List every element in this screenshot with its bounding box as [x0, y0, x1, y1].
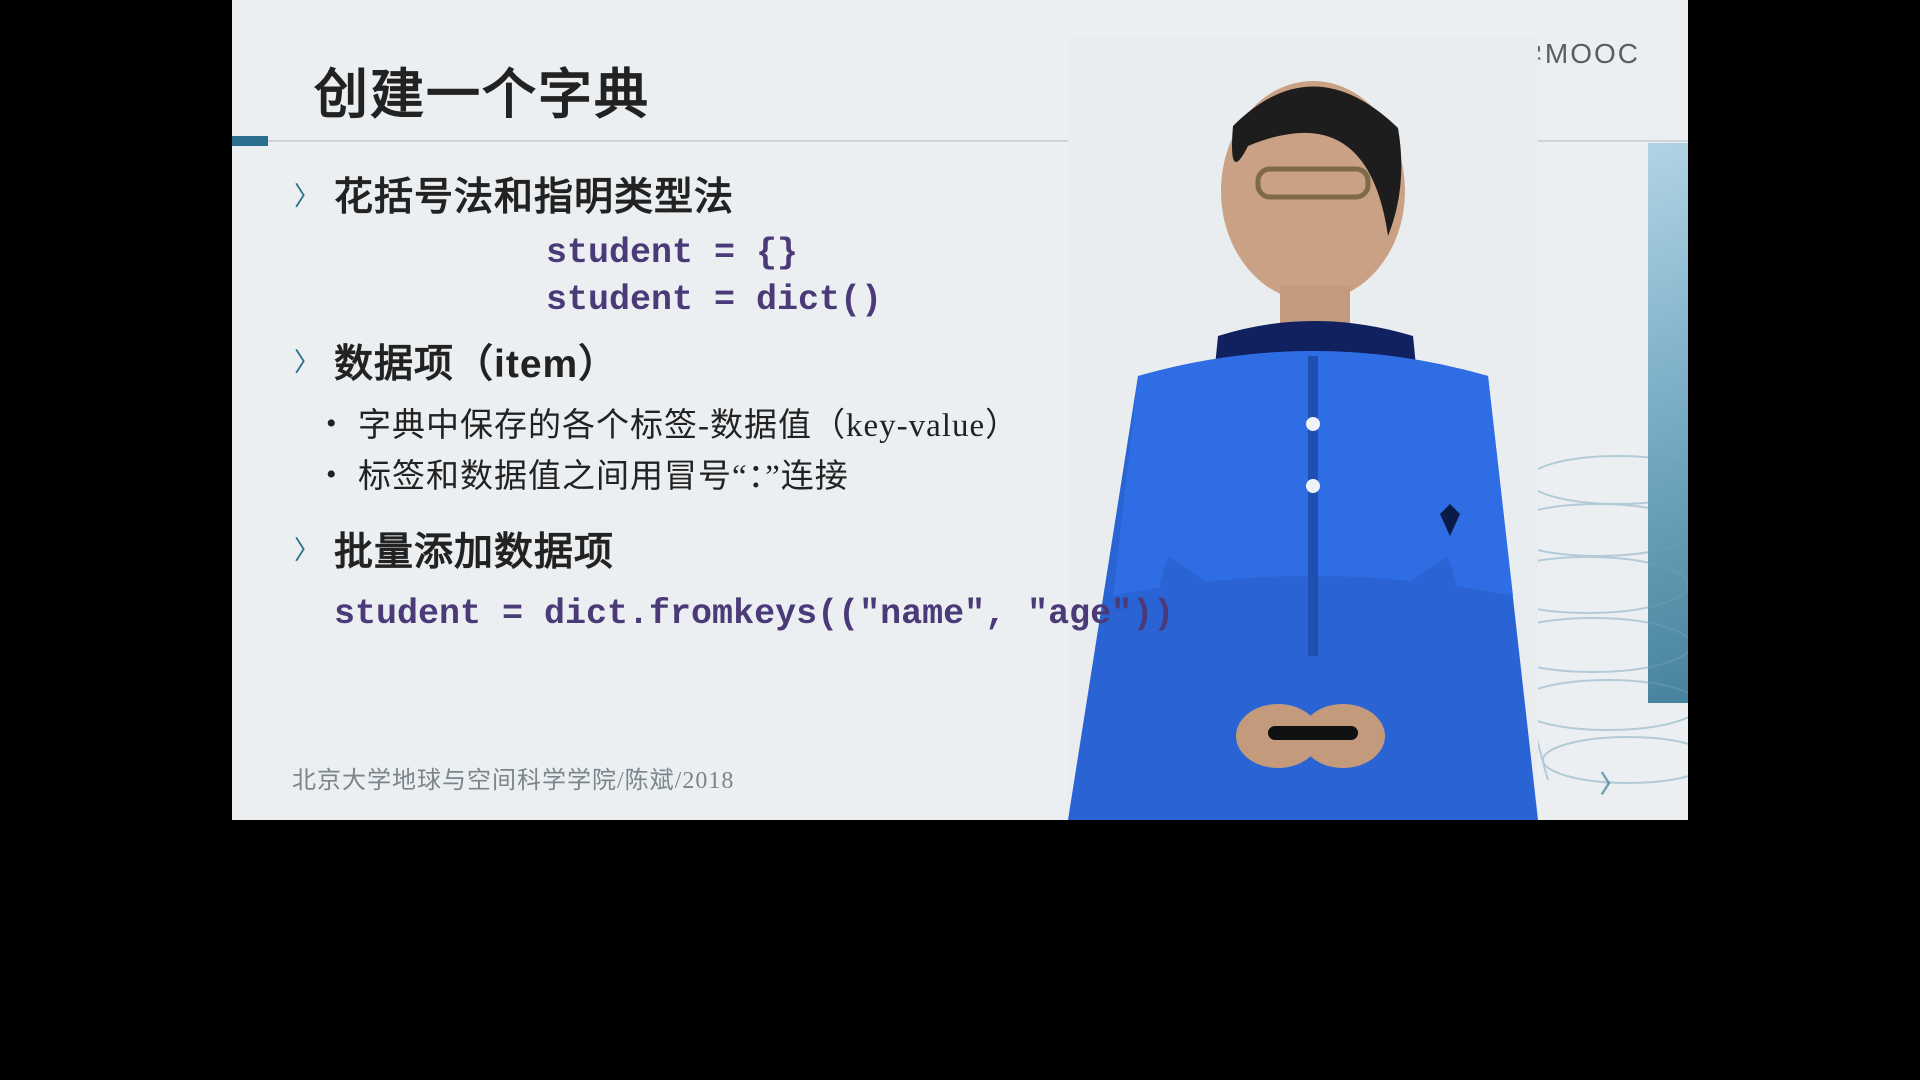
right-accent-strip — [1648, 143, 1688, 703]
title-divider-accent — [232, 136, 268, 146]
chevron-icon: 〉 — [294, 342, 334, 379]
slide-frame: 中国大学 MOOC 创建一个字典 — [232, 0, 1688, 820]
section-2: 〉 数据项（item） — [290, 333, 1190, 389]
section-3: 〉 批量添加数据项 — [290, 521, 1190, 577]
chevron-icon: 〉 — [294, 530, 334, 567]
section-3-code: student = dict.fromkeys(("name", "age")) — [334, 591, 1190, 638]
slide-content: 〉 花括号法和指明类型法 student = {} student = dict… — [290, 158, 1190, 638]
slide-title: 创建一个字典 — [314, 50, 650, 129]
chevron-icon: 〉 — [294, 176, 334, 213]
watermark-en: MOOC — [1545, 38, 1640, 70]
section-1-code: student = {} student = dict() — [546, 230, 1190, 325]
section-1-heading: 花括号法和指明类型法 — [334, 166, 734, 222]
next-chevron-icon: 〉 — [1600, 764, 1624, 799]
section-3-heading: 批量添加数据项 — [334, 521, 614, 577]
section-2-heading: 数据项（item） — [334, 333, 618, 389]
code-line: student = {} — [546, 230, 1190, 277]
code-line: student = dict() — [546, 277, 1190, 324]
list-item: 字典中保存的各个标签-数据值（key-value） — [326, 401, 1190, 452]
section-2-bullets: 字典中保存的各个标签-数据值（key-value） 标签和数据值之间用冒号“：”… — [326, 401, 1190, 503]
list-item: 标签和数据值之间用冒号“：”连接 — [326, 452, 1190, 503]
section-1: 〉 花括号法和指明类型法 — [290, 166, 1190, 222]
code-line: student = dict.fromkeys(("name", "age")) — [334, 591, 1190, 638]
slide-footer: 北京大学地球与空间科学学院/陈斌/2018 — [292, 760, 734, 795]
